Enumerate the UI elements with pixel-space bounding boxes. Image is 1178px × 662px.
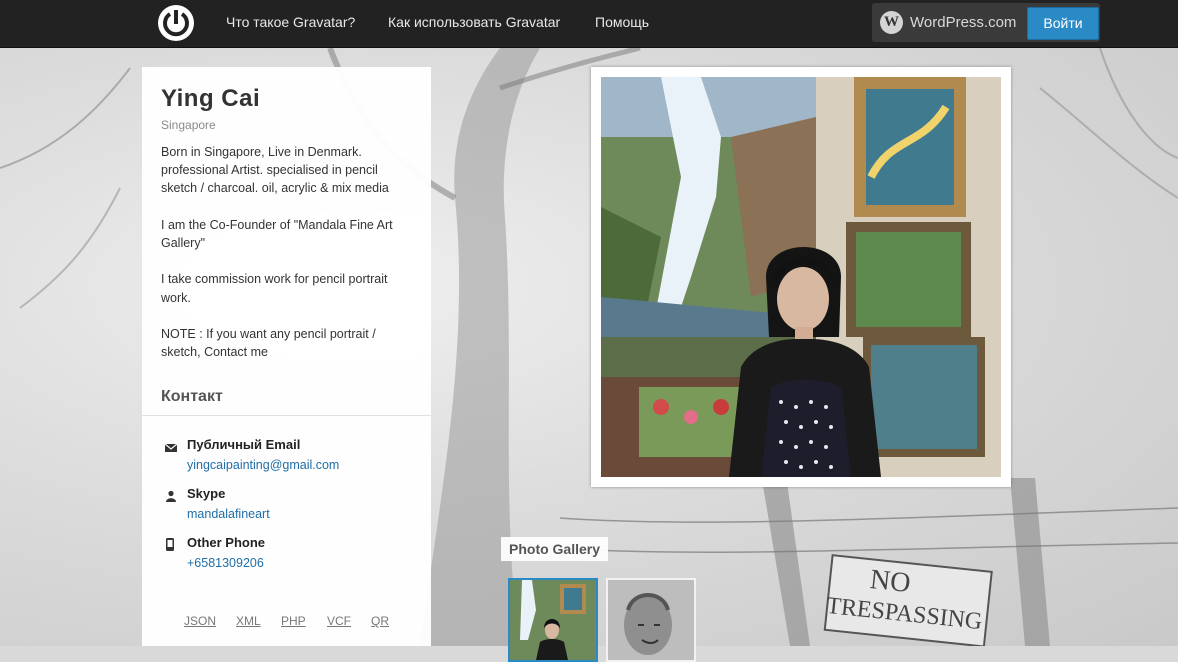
photo-gallery-heading: Photo Gallery <box>501 537 609 561</box>
divider <box>142 415 431 416</box>
email-link[interactable]: yingcaipainting@gmail.com <box>187 458 339 472</box>
nav-how-to-use[interactable]: Как использовать Gravatar <box>388 14 560 30</box>
format-php-link[interactable]: PHP <box>281 614 306 628</box>
format-vcf-link[interactable]: VCF <box>327 614 351 628</box>
contact-label: Skype <box>187 486 226 501</box>
contact-heading: Контакт <box>161 388 223 405</box>
wordpress-icon: W <box>880 11 903 34</box>
top-navigation-bar: Что такое Gravatar? Как использовать Gra… <box>0 0 1178 48</box>
profile-name: Ying Cai <box>161 85 261 112</box>
about-paragraph: Born in Singapore, Live in Denmark. prof… <box>161 145 389 196</box>
profile-photo[interactable] <box>601 77 1001 477</box>
profile-about: Born in Singapore, Live in Denmark. prof… <box>161 143 416 380</box>
gallery-thumbnail[interactable] <box>606 578 696 662</box>
format-xml-link[interactable]: XML <box>236 614 261 628</box>
wordpress-label[interactable]: WordPress.com <box>910 14 1016 31</box>
nav-help[interactable]: Помощь <box>595 14 649 30</box>
envelope-icon <box>164 440 178 452</box>
about-paragraph: NOTE : If you want any pencil portrait /… <box>161 326 376 360</box>
contact-label: Other Phone <box>187 535 266 550</box>
profile-photo-frame <box>591 67 1011 487</box>
profile-panel: Ying Cai Singapore Born in Singapore, Li… <box>142 67 431 646</box>
skype-link[interactable]: mandalafineart <box>187 507 270 521</box>
about-paragraph: I am the Co-Founder of "Mandala Fine Art… <box>161 217 393 250</box>
nav-what-is-gravatar[interactable]: Что такое Gravatar? <box>226 14 355 30</box>
phone-icon <box>165 538 177 551</box>
about-paragraph: I take commission work for pencil portra… <box>161 272 388 305</box>
gravatar-logo-icon[interactable] <box>158 5 194 41</box>
contact-label: Публичный Email <box>187 437 301 452</box>
format-json-link[interactable]: JSON <box>184 614 216 628</box>
wordpress-login-box: W WordPress.com Войти <box>872 3 1100 42</box>
profile-location: Singapore <box>161 118 216 132</box>
phone-link[interactable]: +6581309206 <box>187 556 264 570</box>
gallery-thumbnail[interactable] <box>508 578 598 662</box>
sign-line-1: NO <box>868 563 913 600</box>
login-button[interactable]: Войти <box>1027 7 1099 40</box>
person-icon <box>165 489 177 502</box>
format-qr-link[interactable]: QR <box>371 614 389 628</box>
